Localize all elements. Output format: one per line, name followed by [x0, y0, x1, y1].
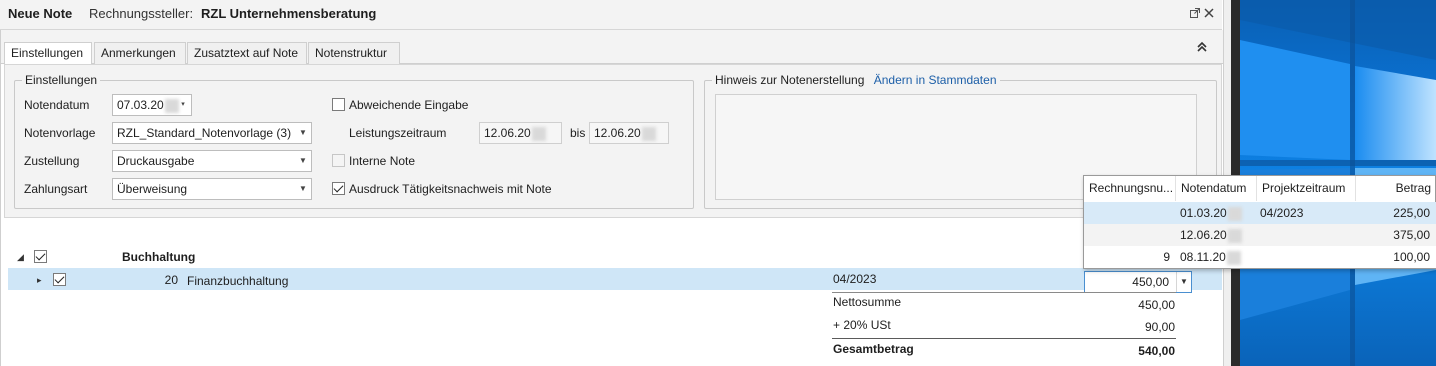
- tab-einstellungen[interactable]: Einstellungen: [4, 42, 92, 66]
- abweichende-checkbox[interactable]: [332, 98, 345, 111]
- notendatum-field[interactable]: 07.03.20 ▾: [112, 94, 192, 116]
- netto-value: 450,00: [1138, 298, 1175, 312]
- ausdruck-checkbox[interactable]: [332, 182, 345, 195]
- leistungszeitraum-label: Leistungszeitraum: [349, 126, 447, 140]
- zahlungsart-select[interactable]: Überweisung ▼: [112, 178, 312, 200]
- frame-left: [0, 30, 1, 366]
- chevron-down-icon[interactable]: ▼: [1176, 272, 1191, 292]
- amount-value: 450,00: [1132, 275, 1169, 289]
- redacted-mark: [1227, 206, 1242, 221]
- notenvorlage-label: Notenvorlage: [24, 126, 96, 140]
- zahlungsart-label: Zahlungsart: [24, 182, 88, 196]
- zustellung-value: Druckausgabe: [117, 154, 195, 168]
- expand-down-icon[interactable]: ◢: [17, 251, 24, 263]
- chevron-down-icon[interactable]: ▼: [296, 180, 310, 198]
- interne-label: Interne Note: [349, 154, 416, 168]
- tab-zusatztext[interactable]: Zusatztext auf Note: [187, 42, 307, 65]
- hint-title: Hinweis zur Notenerstellung: [715, 73, 865, 87]
- ausdruck-label: Ausdruck Tätigkeitsnachweis mit Note: [349, 182, 552, 196]
- row-nr: [1084, 224, 1170, 246]
- redacted-mark: [1226, 250, 1241, 265]
- ust-value: 90,00: [1144, 320, 1175, 334]
- col-betrag[interactable]: Betrag: [1356, 176, 1436, 201]
- row-nr: [1084, 202, 1170, 224]
- issuer-label: Rechnungssteller:: [89, 6, 194, 21]
- window-title: Neue Note: [8, 6, 73, 21]
- redacted-mark: [641, 126, 656, 141]
- item-number: 20: [164, 273, 178, 287]
- issuer-name: RZL Unternehmensberatung: [201, 6, 377, 21]
- row-datum: 08.11.20: [1180, 246, 1241, 268]
- row-zeitraum: 04/2023: [1260, 206, 1304, 220]
- leistung-from-field[interactable]: 12.06.20: [479, 122, 562, 144]
- leistung-from-value: 12.06.20: [484, 126, 531, 140]
- chevron-down-icon[interactable]: ▼: [296, 152, 310, 170]
- history-dropdown: Rechnungsnu... Notendatum Projektzeitrau…: [1083, 175, 1436, 269]
- gesamt-value: 540,00: [1138, 344, 1175, 358]
- item-period: 04/2023: [833, 272, 877, 286]
- date-picker-icon[interactable]: ▾: [176, 96, 190, 114]
- item-label: Finanzbuchhaltung: [187, 274, 289, 288]
- dropdown-row[interactable]: 12.06.20 375,00: [1084, 224, 1436, 246]
- collapse-icon[interactable]: [1195, 40, 1209, 56]
- row-nr: 9: [1163, 250, 1170, 264]
- notendatum-label: Notendatum: [24, 98, 90, 112]
- abweichende-label: Abweichende Eingabe: [349, 98, 469, 112]
- gesamt-label: Gesamtbetrag: [833, 342, 914, 356]
- stammdaten-link[interactable]: Ändern in Stammdaten: [874, 73, 997, 87]
- hint-group-header: Hinweis zur Notenerstellung Ändern in St…: [712, 73, 1000, 87]
- group-label: Buchhaltung: [122, 250, 196, 264]
- item-checkbox[interactable]: [53, 273, 66, 286]
- chevron-down-icon[interactable]: ▼: [296, 124, 310, 142]
- dropdown-row[interactable]: 01.03.20 04/2023 225,00: [1084, 202, 1436, 224]
- group-checkbox[interactable]: [34, 250, 47, 263]
- divider: [832, 338, 1176, 339]
- redacted-mark: [1227, 228, 1242, 243]
- dropdown-row[interactable]: 9 08.11.20 100,00: [1084, 246, 1436, 268]
- col-notendatum[interactable]: Notendatum: [1176, 176, 1257, 201]
- bis-label: bis: [570, 126, 586, 140]
- redacted-mark: [531, 126, 546, 141]
- row-betrag: 100,00: [1393, 250, 1430, 264]
- row-betrag: 375,00: [1393, 228, 1430, 242]
- zustellung-select[interactable]: Druckausgabe ▼: [112, 150, 312, 172]
- close-icon[interactable]: [1203, 7, 1215, 21]
- leistung-to-value: 12.06.20: [594, 126, 641, 140]
- zustellung-label: Zustellung: [24, 154, 80, 168]
- tab-anmerkungen[interactable]: Anmerkungen: [94, 42, 186, 65]
- notendatum-value: 07.03.20: [117, 98, 164, 112]
- popout-icon[interactable]: [1189, 8, 1201, 20]
- zahlungsart-value: Überweisung: [117, 182, 188, 196]
- col-rechnungsnummer[interactable]: Rechnungsnu...: [1084, 176, 1176, 201]
- notenvorlage-value: RZL_Standard_Notenvorlage (3): [117, 126, 292, 140]
- leistung-to-field[interactable]: 12.06.20: [589, 122, 669, 144]
- settings-group-title: Einstellungen: [22, 73, 101, 87]
- netto-label: Nettosumme: [833, 295, 902, 309]
- interne-checkbox[interactable]: [332, 154, 345, 167]
- row-datum: 01.03.20: [1180, 202, 1242, 224]
- ust-label: + 20% USt: [833, 318, 891, 332]
- divider: [832, 292, 1176, 293]
- col-projektzeitraum[interactable]: Projektzeitraum: [1257, 176, 1356, 201]
- tab-notenstruktur[interactable]: Notenstruktur: [308, 42, 400, 65]
- notenvorlage-select[interactable]: RZL_Standard_Notenvorlage (3) ▼: [112, 122, 312, 144]
- row-betrag: 225,00: [1393, 206, 1430, 220]
- expand-right-icon[interactable]: ▸: [37, 274, 42, 286]
- row-datum: 12.06.20: [1180, 224, 1242, 246]
